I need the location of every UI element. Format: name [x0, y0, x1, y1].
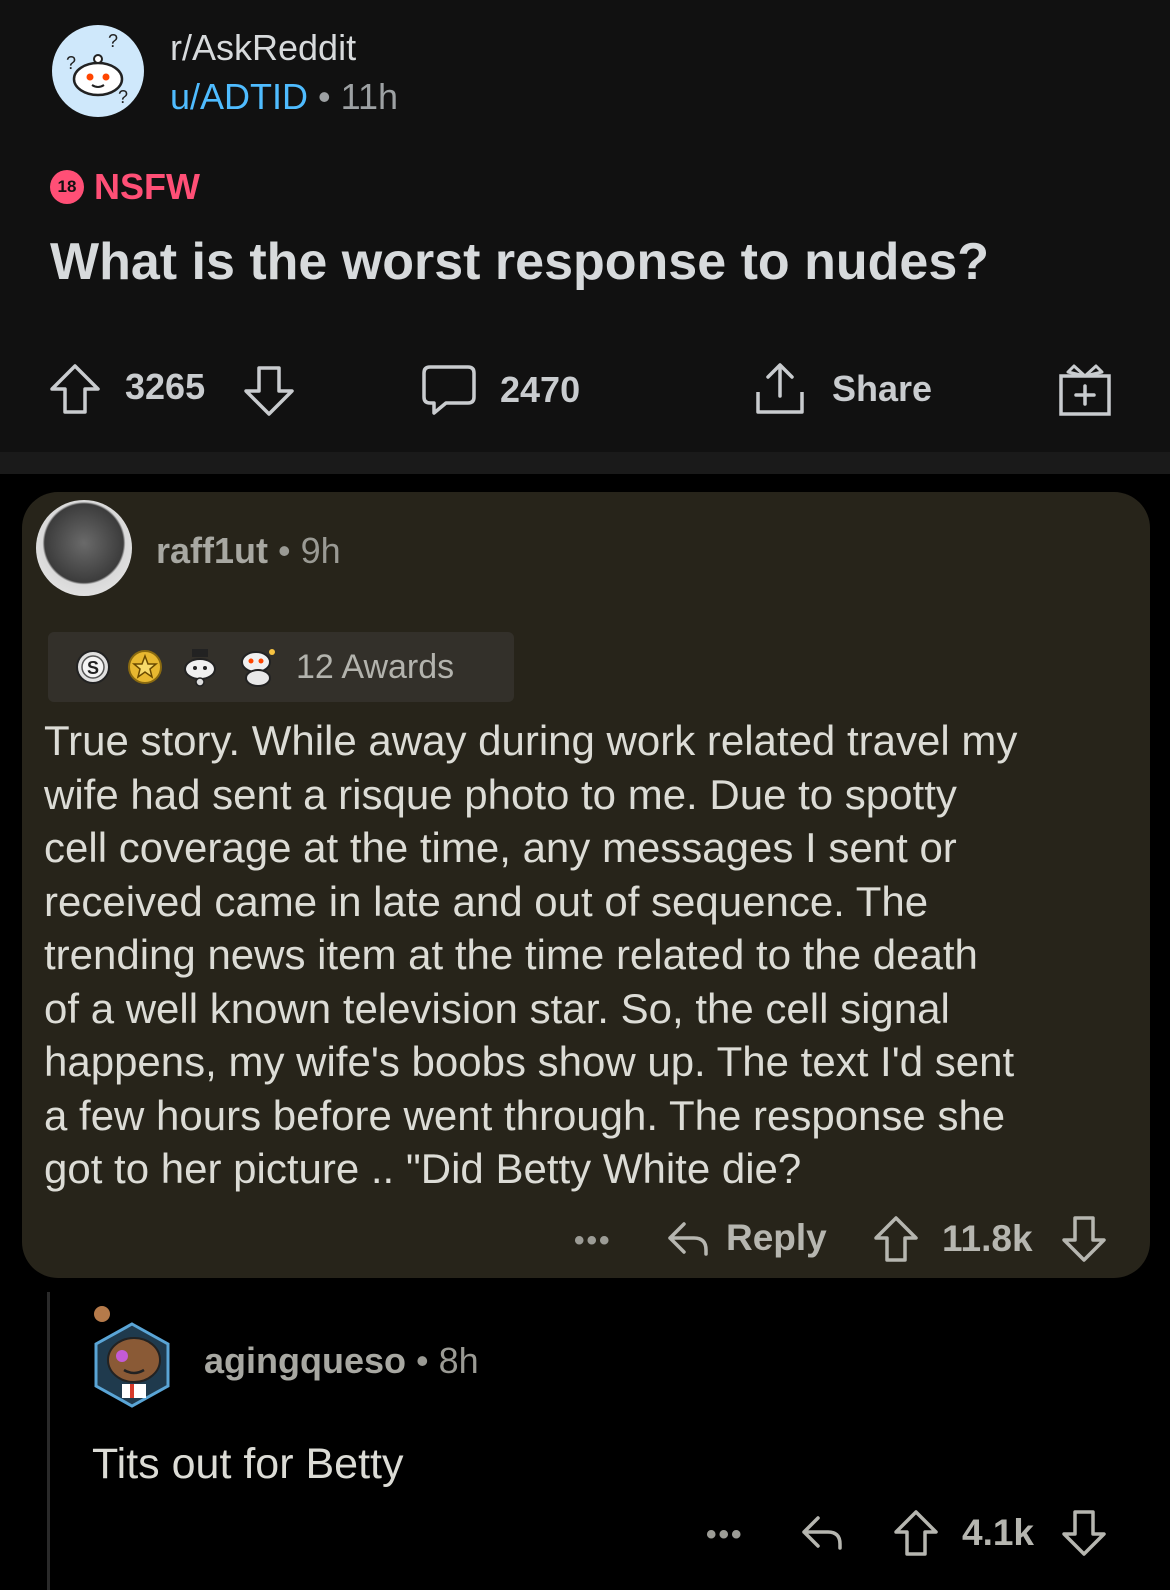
share-label: Share: [832, 368, 933, 409]
svg-text:?: ?: [108, 31, 118, 51]
silver-award-icon: S: [76, 650, 110, 684]
post-age: 11h: [340, 76, 399, 117]
comment-vote-count: 11.8k: [942, 1218, 1033, 1259]
subreddit-name[interactable]: r/AskReddit: [170, 27, 356, 69]
post-upvote-button[interactable]: [48, 362, 102, 416]
comment-author[interactable]: raff1ut: [156, 530, 268, 571]
separator-dot: •: [318, 76, 331, 117]
reply-author-avatar[interactable]: [88, 1302, 176, 1408]
svg-text:?: ?: [118, 87, 128, 107]
comment-upvote-button[interactable]: [872, 1214, 920, 1264]
snoo-icon: ? ? ?: [66, 31, 128, 107]
reply-body: Tits out for Betty: [92, 1440, 404, 1488]
gold-star-award-icon: [128, 650, 162, 684]
post-action-bar: 3265 2470 Share: [0, 360, 1170, 420]
reply-arrow-icon: [802, 1516, 842, 1550]
awards-count-label: 12 Awards: [296, 647, 455, 686]
snoo-hug-award-icon: [241, 649, 275, 687]
comment-downvote-button[interactable]: [1060, 1214, 1108, 1264]
downvote-arrow-icon: [1062, 1510, 1106, 1556]
awards-bar[interactable]: S 12 Awards: [48, 632, 514, 702]
downvote-arrow-icon: [1062, 1216, 1106, 1262]
nsfw-18-icon: 18: [50, 170, 84, 204]
post-comments-button[interactable]: 2470: [420, 362, 580, 418]
nsfw-tag: 18 NSFW: [50, 166, 200, 208]
snoo-award-icon: [184, 649, 216, 687]
comment-more-button[interactable]: •••: [574, 1224, 612, 1258]
post-downvote-button[interactable]: [242, 364, 296, 418]
post-author-line: u/ADTID • 11h: [170, 76, 398, 118]
separator-dot: •: [278, 530, 291, 571]
post-comment-count: 2470: [500, 369, 581, 410]
post-author[interactable]: u/ADTID: [170, 76, 308, 117]
share-icon: [756, 363, 804, 414]
section-divider: [0, 452, 1170, 474]
subreddit-avatar[interactable]: ? ? ?: [52, 25, 144, 117]
reply-age: 8h: [438, 1340, 479, 1381]
svg-text:?: ?: [66, 53, 76, 73]
reply-downvote-button[interactable]: [1060, 1508, 1108, 1558]
reply-vote-count: 4.1k: [962, 1512, 1035, 1553]
upvote-arrow-icon: [874, 1216, 918, 1262]
reply-author[interactable]: agingqueso: [204, 1340, 406, 1381]
upvote-arrow-icon: [50, 364, 100, 414]
comment-body: True story. While away during work relat…: [44, 717, 1018, 1192]
comment-author-avatar[interactable]: [36, 500, 132, 596]
comment-reply-button[interactable]: Reply: [664, 1214, 827, 1262]
separator-dot: •: [416, 1340, 429, 1381]
svg-text:S: S: [87, 658, 99, 678]
nsfw-label: NSFW: [94, 166, 200, 207]
comment-age: 9h: [300, 530, 341, 571]
comment-action-bar: ••• Reply 11.8k: [0, 1214, 1170, 1270]
comment-bubble-icon: [422, 365, 476, 415]
reply-arrow-icon: [668, 1222, 708, 1256]
reply-more-button[interactable]: •••: [706, 1518, 744, 1552]
reply-upvote-button[interactable]: [892, 1508, 940, 1558]
upvote-arrow-icon: [894, 1510, 938, 1556]
downvote-arrow-icon: [244, 366, 294, 416]
avatar-icon: [94, 1306, 170, 1408]
gift-icon: [1059, 364, 1111, 416]
reply-meta: agingqueso • 8h: [204, 1340, 479, 1382]
post-title[interactable]: What is the worst response to nudes?: [50, 232, 989, 292]
reply-action-bar: ••• 4.1k: [0, 1508, 1170, 1564]
reply-label: Reply: [726, 1217, 827, 1258]
post-share-button[interactable]: Share: [752, 360, 932, 418]
post-vote-count: 3265: [125, 366, 206, 407]
reply-reply-button[interactable]: [798, 1508, 846, 1556]
post-award-button[interactable]: [1056, 360, 1114, 418]
comment-meta: raff1ut • 9h: [156, 530, 341, 572]
